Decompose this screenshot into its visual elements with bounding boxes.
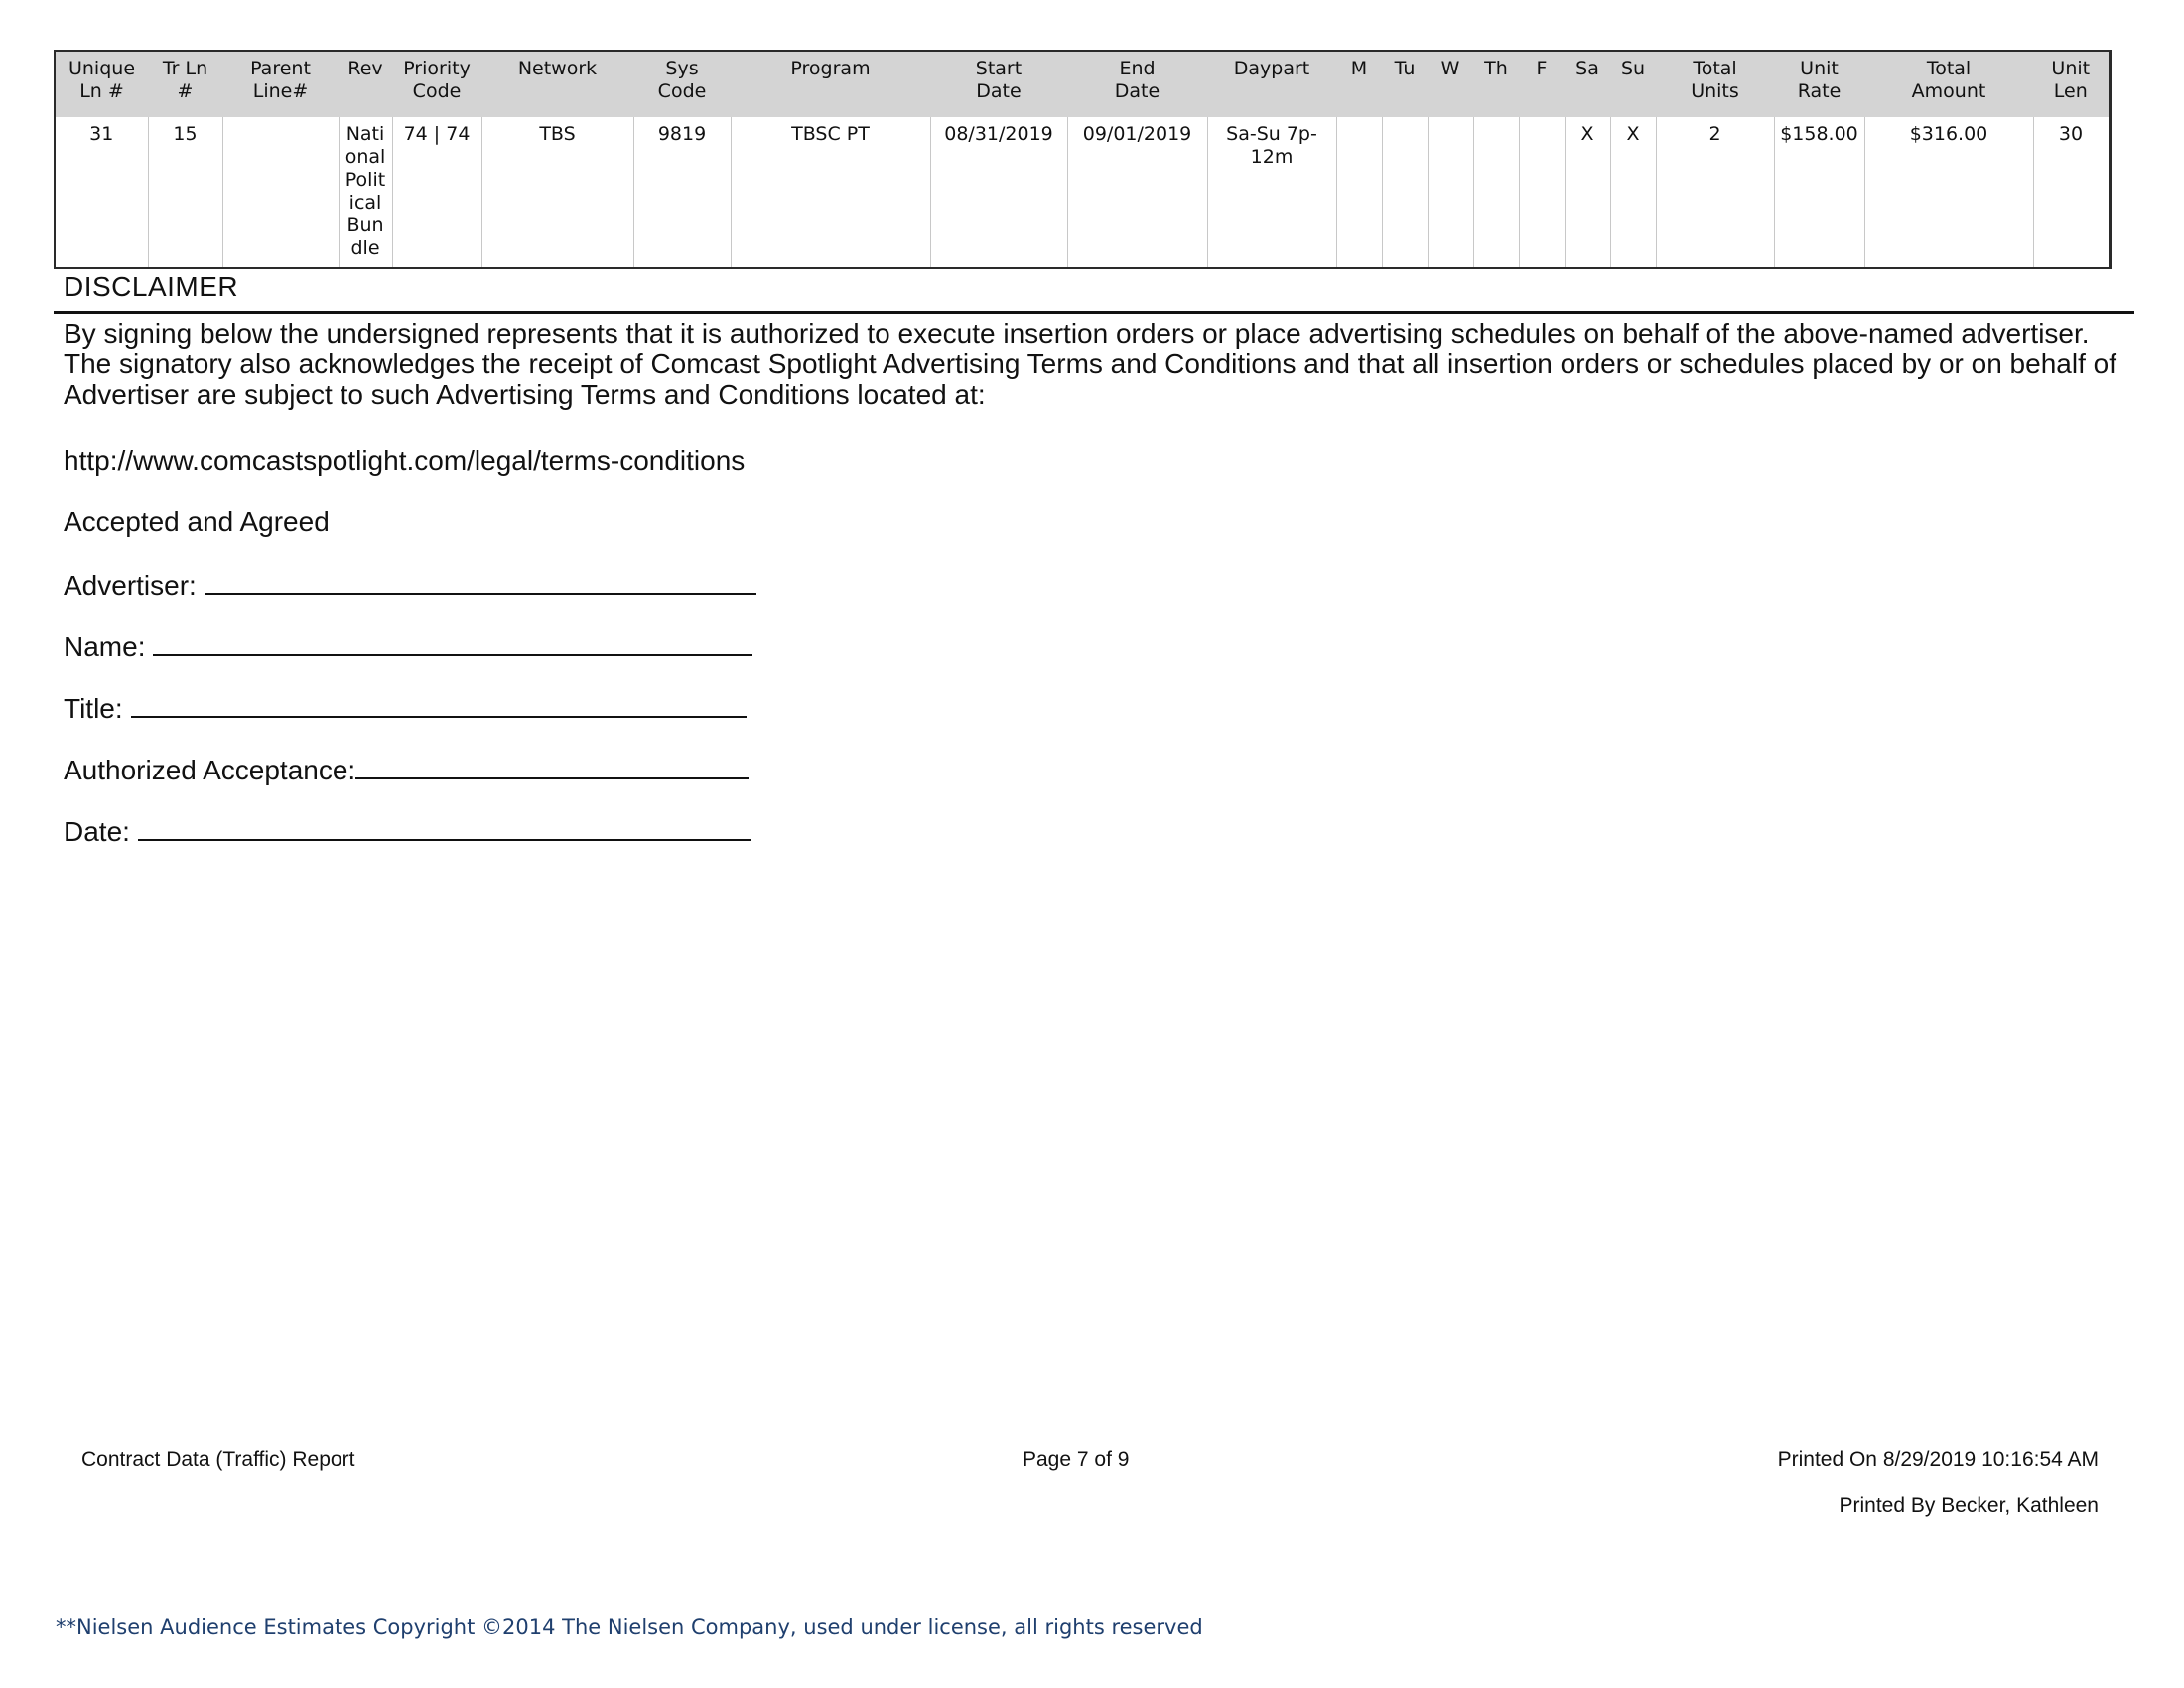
cell-day-w bbox=[1427, 117, 1474, 268]
cell-day-tu bbox=[1381, 117, 1429, 268]
cell-daypart: Sa-Su 7p-12m bbox=[1206, 117, 1337, 268]
cell-rev: National Political Bundle bbox=[338, 117, 393, 268]
column-header: M bbox=[1336, 51, 1382, 117]
cell-total-amount: $316.00 bbox=[1863, 117, 2034, 268]
disclaimer-line: Advertiser are subject to such Advertisi… bbox=[64, 379, 986, 410]
column-header: Start Date bbox=[930, 51, 1067, 117]
cell-day-m bbox=[1335, 117, 1383, 268]
column-header: Sa bbox=[1565, 51, 1610, 117]
schedule-table: Unique Ln # Tr Ln # Parent Line# Rev Pri… bbox=[54, 50, 2112, 269]
column-header: Rev bbox=[339, 51, 392, 117]
report-name: Contract Data (Traffic) Report bbox=[81, 1448, 355, 1471]
cell-priority-code: 74 | 74 bbox=[391, 117, 482, 268]
name-signature-line bbox=[153, 629, 753, 656]
page-number: Page 7 of 9 bbox=[1023, 1448, 1130, 1471]
disclaimer-text: By signing below the undersigned represe… bbox=[64, 318, 2148, 410]
cell-day-th bbox=[1472, 117, 1520, 268]
cell-day-su: X bbox=[1609, 117, 1657, 268]
name-signature-field: Name: bbox=[64, 629, 753, 664]
column-header: Tr Ln # bbox=[148, 51, 222, 117]
column-header: Daypart bbox=[1207, 51, 1336, 117]
cell-total-units: 2 bbox=[1655, 117, 1775, 268]
cell-day-sa: X bbox=[1564, 117, 1611, 268]
terms-url[interactable]: http://www.comcastspotlight.com/legal/te… bbox=[64, 444, 745, 478]
cell-unique-ln: 31 bbox=[54, 117, 149, 268]
cell-network: TBS bbox=[480, 117, 634, 268]
column-header: Parent Line# bbox=[222, 51, 339, 117]
nielsen-copyright: **Nielsen Audience Estimates Copyright ©… bbox=[56, 1616, 1203, 1639]
cell-unit-rate: $158.00 bbox=[1773, 117, 1865, 268]
column-header: Unit Rate bbox=[1774, 51, 1864, 117]
authorized-acceptance-line bbox=[355, 752, 750, 779]
cell-parent-line bbox=[221, 117, 340, 268]
column-header: Unique Ln # bbox=[55, 51, 148, 117]
printed-on: Printed On 8/29/2019 10:16:54 AM bbox=[1777, 1448, 2099, 1471]
cell-start-date: 08/31/2019 bbox=[929, 117, 1068, 268]
cell-tr-ln: 15 bbox=[147, 117, 223, 268]
column-header: F bbox=[1519, 51, 1565, 117]
column-header: Sys Code bbox=[633, 51, 731, 117]
printed-by: Printed By Becker, Kathleen bbox=[1839, 1494, 2100, 1517]
column-header: Priority Code bbox=[392, 51, 481, 117]
column-header: Tu bbox=[1382, 51, 1428, 117]
accepted-agreed-text: Accepted and Agreed bbox=[64, 506, 330, 537]
column-header: Total Amount bbox=[1864, 51, 2033, 117]
authorized-acceptance-label: Authorized Acceptance: bbox=[64, 755, 356, 785]
date-signature-line bbox=[137, 813, 751, 841]
column-header: Program bbox=[731, 51, 930, 117]
column-header: Su bbox=[1610, 51, 1656, 117]
cell-program: TBSC PT bbox=[730, 117, 931, 268]
cell-sys-code: 9819 bbox=[632, 117, 732, 268]
date-signature-field: Date: bbox=[64, 813, 751, 849]
disclaimer-line: The signatory also acknowledges the rece… bbox=[64, 349, 2116, 379]
disclaimer-line: By signing below the undersigned represe… bbox=[64, 318, 2090, 349]
column-header: Unit Len bbox=[2033, 51, 2110, 117]
cell-end-date: 09/01/2019 bbox=[1066, 117, 1208, 268]
column-header: End Date bbox=[1067, 51, 1207, 117]
column-header: Total Units bbox=[1656, 51, 1774, 117]
advertiser-label: Advertiser: bbox=[64, 570, 197, 601]
column-header: Th bbox=[1473, 51, 1519, 117]
title-signature-line bbox=[130, 690, 747, 718]
table-row: 31 15 National Political Bundle 74 | 74 … bbox=[54, 117, 2111, 268]
authorized-acceptance-field: Authorized Acceptance: bbox=[64, 752, 750, 787]
title-signature-field: Title: bbox=[64, 690, 747, 726]
disclaimer-divider bbox=[54, 311, 2134, 314]
name-label: Name: bbox=[64, 632, 146, 662]
disclaimer-heading: DISCLAIMER bbox=[64, 271, 239, 302]
title-label: Title: bbox=[64, 693, 123, 724]
column-header: Network bbox=[481, 51, 633, 117]
cell-day-f bbox=[1518, 117, 1566, 268]
advertiser-signature-field: Advertiser: bbox=[64, 567, 756, 603]
column-header: W bbox=[1428, 51, 1473, 117]
date-label: Date: bbox=[64, 816, 130, 847]
table-header-row: Unique Ln # Tr Ln # Parent Line# Rev Pri… bbox=[55, 51, 2110, 117]
advertiser-signature-line bbox=[204, 567, 756, 595]
cell-unit-len: 30 bbox=[2032, 117, 2111, 268]
